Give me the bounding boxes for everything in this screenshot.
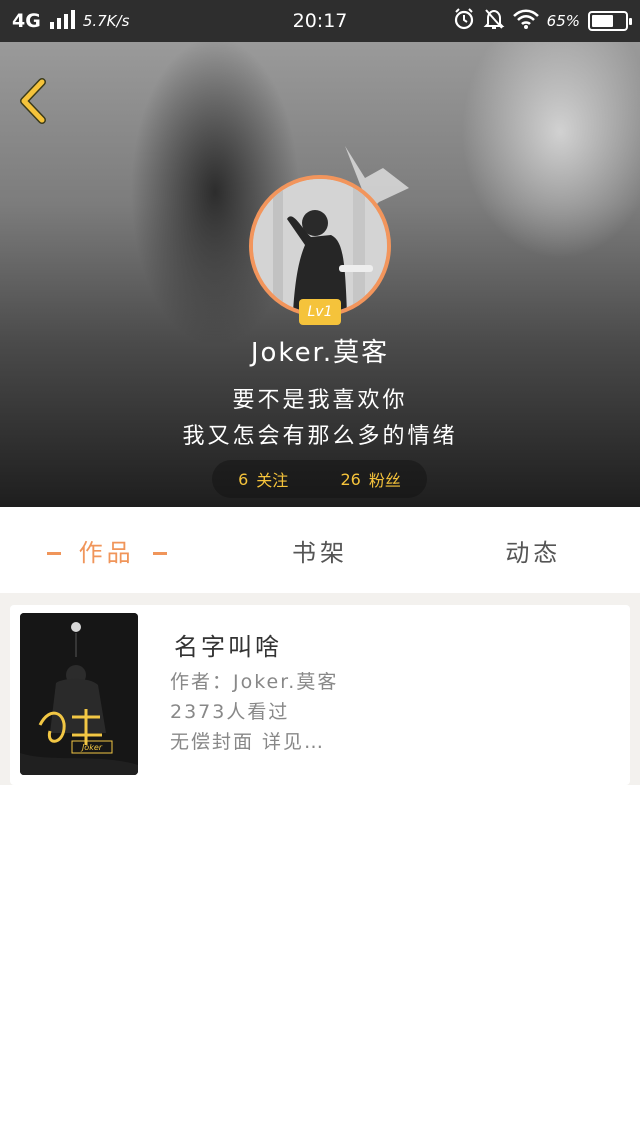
- tab-works-label: 作品: [78, 538, 135, 567]
- battery-percent: 65%: [546, 12, 580, 30]
- tab-bookshelf[interactable]: 书架: [213, 533, 426, 568]
- signal-icon: [49, 9, 75, 34]
- fans-label: 粉丝: [368, 471, 401, 490]
- network-type: 4G: [12, 10, 41, 32]
- back-button[interactable]: [14, 76, 54, 126]
- username: Joker.莫客: [250, 338, 390, 368]
- profile-tabs: 作品 书架 动态: [0, 507, 640, 593]
- work-description: 无偿封面 详见…: [170, 731, 326, 753]
- tab-activity[interactable]: 动态: [427, 533, 640, 568]
- alarm-icon: [453, 7, 475, 35]
- work-author: 作者：Joker.莫客: [170, 671, 339, 693]
- battery-fill: [592, 15, 613, 27]
- tab-works[interactable]: 作品: [0, 533, 213, 568]
- cover-text: Joker: [80, 743, 103, 752]
- following-count: 6: [238, 469, 249, 489]
- work-cover-image: Joker: [20, 613, 138, 775]
- work-title: 名字叫啥: [174, 633, 282, 661]
- tab-bookshelf-label: 书架: [291, 538, 348, 567]
- status-left: 4G 5.7K/s: [12, 9, 129, 34]
- network-speed: 5.7K/s: [82, 12, 130, 30]
- section-divider: [0, 593, 640, 605]
- list-item[interactable]: Joker 名字叫啥 作者：Joker.莫客 2373人看过 无偿封面 详见…: [10, 605, 630, 785]
- status-bar: 4G 5.7K/s 20:17 65%: [0, 0, 640, 42]
- stats-pill: 6 关注 26 粉丝: [212, 460, 427, 498]
- avatar[interactable]: [249, 175, 391, 317]
- work-views: 2373人看过: [170, 701, 290, 723]
- chevron-left-icon: [20, 78, 46, 124]
- following-stat[interactable]: 6 关注: [238, 467, 288, 491]
- status-right: 65%: [453, 7, 632, 35]
- profile-header: Lv1 Joker.莫客 要不是我喜欢你 我又怎会有那么多的情绪 6 关注 26…: [0, 42, 640, 507]
- works-list: Joker 名字叫啥 作者：Joker.莫客 2373人看过 无偿封面 详见…: [0, 605, 640, 785]
- fans-count: 26: [340, 469, 361, 489]
- following-label: 关注: [256, 471, 289, 490]
- level-badge: Lv1: [299, 299, 341, 325]
- wifi-icon: [512, 9, 539, 34]
- fans-stat[interactable]: 26 粉丝: [341, 467, 401, 491]
- bio-line-2: 我又怎会有那么多的情绪: [182, 424, 458, 449]
- battery-icon: [588, 11, 632, 31]
- mute-bell-icon: [483, 8, 505, 35]
- tab-activity-label: 动态: [505, 538, 562, 567]
- tab-active-dash-right: [152, 552, 167, 555]
- bio-line-1: 要不是我喜欢你: [232, 388, 408, 413]
- tab-active-dash-left: [46, 552, 61, 555]
